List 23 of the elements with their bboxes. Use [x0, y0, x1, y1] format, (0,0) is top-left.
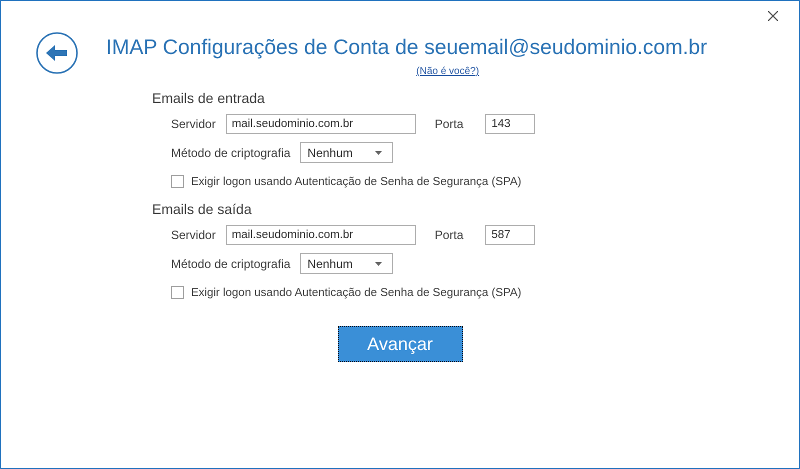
field-label: Método de criptografia	[171, 146, 290, 160]
section-heading: Emails de entrada	[152, 90, 266, 106]
field-label: Porta	[434, 228, 464, 242]
close-icon[interactable]	[768, 11, 778, 21]
checkbox[interactable]	[171, 286, 184, 299]
dialog-title: IMAP Configurações de Conta de seuemail@seudominio.com.br	[106, 36, 708, 60]
checkbox-label: Exigir logon usando Autenticação de Senha de Segurança (SPA)	[191, 176, 522, 188]
checkbox-label: Exigir logon usando Autenticação de Senha de Segurança (SPA)	[191, 286, 522, 298]
field-label: Servidor	[171, 117, 216, 131]
caret-icon	[375, 262, 382, 266]
not-you-link[interactable]: (Não é você?)	[416, 66, 480, 77]
caret-icon	[375, 150, 382, 154]
server-field[interactable]: mail.seudominio.com.br	[226, 225, 416, 245]
encryption-dropdown[interactable]: Nenhum	[300, 142, 394, 163]
server-field[interactable]: mail.seudominio.com.br	[226, 114, 416, 134]
section-heading: Emails de saída	[152, 201, 253, 217]
field-label: Método de criptografia	[171, 256, 290, 270]
checkbox[interactable]	[171, 175, 184, 188]
encryption-dropdown[interactable]: Nenhum	[300, 253, 394, 274]
port-field[interactable]: 587	[485, 225, 536, 245]
field-label: Porta	[434, 117, 464, 131]
field-label: Servidor	[171, 228, 216, 242]
port-field[interactable]: 143	[485, 114, 536, 134]
